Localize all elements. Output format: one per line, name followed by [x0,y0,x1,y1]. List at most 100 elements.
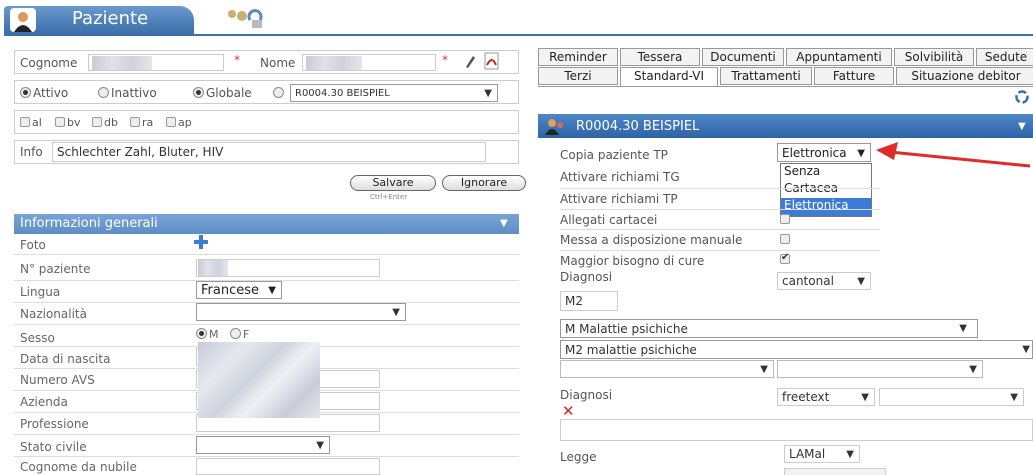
patient-icon [545,117,565,135]
tab-reminder[interactable]: Reminder [538,48,618,66]
info-input[interactable]: Schlechter Zahl, Bluter, HIV [52,142,486,162]
right-panel-title: R0004.30 BEISPIEL [576,119,700,134]
tab-documenti[interactable]: Documenti [702,48,784,66]
tab-trattamenti[interactable]: Trattamenti [720,67,812,85]
maggior-label: Maggior bisogno di cure [560,254,705,268]
diagnosi-select-3[interactable]: ▼ [560,360,774,378]
page-title: Paziente [72,8,149,29]
edit-icon[interactable] [464,53,476,69]
diagnosi-select-2[interactable]: M2 malattie psichiche ▼ [560,340,1033,359]
data-nascita-label: Data di nascita [20,352,111,366]
diagnosi2-select[interactable]: ▼ [879,388,1024,406]
allegati-label: Allegati cartacei [560,213,658,227]
personal-data-blur [198,342,320,418]
save-button[interactable]: Salvare [350,175,436,191]
right-panel-collapse-icon[interactable]: ▼ [1018,121,1026,132]
nazionalita-select[interactable]: ▼ [196,303,406,321]
tab-tessera[interactable]: Tessera [620,48,700,66]
foto-label: Foto [20,238,46,252]
patient-icon [10,8,36,32]
nome-label: Nome [260,56,296,70]
patient-select[interactable]: R0004.30 BEISPIEL ▼ [290,84,498,102]
allegati-checkbox[interactable] [780,212,792,226]
stato-civile-select[interactable]: ▼ [196,436,330,454]
ignore-button[interactable]: Ignorare [442,175,526,191]
tab-appuntamenti[interactable]: Appuntamenti [786,48,892,66]
diagnosi2-text-input[interactable] [560,419,1033,441]
legge-select[interactable]: LAMal ▼ [784,445,860,463]
tab-terzi[interactable]: Terzi [538,67,618,85]
cognome-required: * [234,53,240,67]
cognome-nubile-input[interactable] [196,458,380,475]
refresh-icon[interactable] [1014,89,1030,105]
sesso-m-radio[interactable]: M [196,328,219,341]
numero-paziente-blur [198,260,228,276]
inattivo-radio[interactable]: Inattivo [98,86,157,100]
attivo-radio[interactable]: Attivo [20,86,68,100]
flags-row [14,110,519,134]
divider [14,434,519,435]
option-elettronica[interactable]: Elettronica [781,198,871,216]
flag-bv[interactable]: bv [55,116,81,129]
flag-ra[interactable]: ra [130,116,153,129]
divider [560,209,880,210]
tab-sedute[interactable]: Sedute [976,48,1033,66]
flag-db[interactable]: db [92,116,118,129]
collapse-icon[interactable]: ▼ [500,218,508,229]
tab-standard-vi[interactable]: Standard-VI [620,67,718,87]
copia-label: Copia paziente TP [560,148,668,162]
sesso-label: Sesso [20,331,55,345]
flag-al[interactable]: al [20,116,42,129]
messa-label: Messa a disposizione manuale [560,233,743,247]
lingua-label: Lingua [20,285,61,299]
numero-avs-label: Numero AVS [20,373,95,387]
patient-radio[interactable] [273,86,286,100]
copia-select[interactable]: Elettronica ▼ [777,143,871,162]
diagnosi-label: Diagnosi [560,270,613,284]
add-photo-icon[interactable] [193,234,209,250]
numero-paziente-label: N° paziente [20,262,91,276]
tg-label: Attivare richiami TG [560,170,680,184]
nazionalita-label: Nazionalità [20,307,87,321]
divider [14,456,519,457]
diagnosi2-label: Diagnosi [560,388,613,402]
divider [560,188,880,189]
divider [560,229,880,230]
cognome-blur [92,56,152,70]
diagnosi-code-input[interactable]: M2 [560,291,618,311]
option-cartacea[interactable]: Cartacea [781,181,871,198]
delete-icon[interactable]: ✕ [562,402,575,420]
divider [14,254,519,255]
sesso-f-radio[interactable]: F [230,328,249,341]
nome-blur [306,56,362,70]
lingua-select[interactable]: Francese ▼ [196,281,282,299]
cognome-nubile-label: Cognome da nubile [20,460,137,474]
flag-ap[interactable]: ap [166,116,192,129]
header-underline [4,34,1033,36]
tab-solvibilita[interactable]: Solvibilità [894,48,974,66]
general-info-title: Informazioni generali [20,216,158,231]
pdf-icon[interactable] [482,52,502,70]
nome-required: * [442,53,448,67]
cognome-label: Cognome [20,56,78,70]
divider [560,250,880,251]
diagnosi-select-1[interactable]: M Malattie psichiche ▼ [560,319,978,338]
diagnosi-type-select[interactable]: cantonal ▼ [777,272,871,290]
professione-label: Professione [20,417,89,431]
tab-situazione-debitor[interactable]: Situazione debitor [896,67,1033,85]
save-hint: Ctrl+Enter [370,193,408,201]
divider [14,324,519,325]
globale-radio[interactable]: Globale [193,86,252,100]
next-field-input[interactable] [784,468,886,475]
info-label: Info [20,145,43,159]
tab-fatture[interactable]: Fatture [814,67,894,85]
diagnosi2-type-select[interactable]: freetext ▼ [777,388,875,406]
messa-checkbox[interactable] [780,232,792,246]
red-arrow [876,142,1031,168]
tp-label: Attivare richiami TP [560,192,678,206]
maggior-checkbox[interactable] [780,252,792,266]
patients-switch-icon[interactable] [224,6,264,30]
diagnosi-select-4[interactable]: ▼ [777,360,983,378]
stato-civile-label: Stato civile [20,440,87,454]
option-senza[interactable]: Senza [781,164,871,181]
